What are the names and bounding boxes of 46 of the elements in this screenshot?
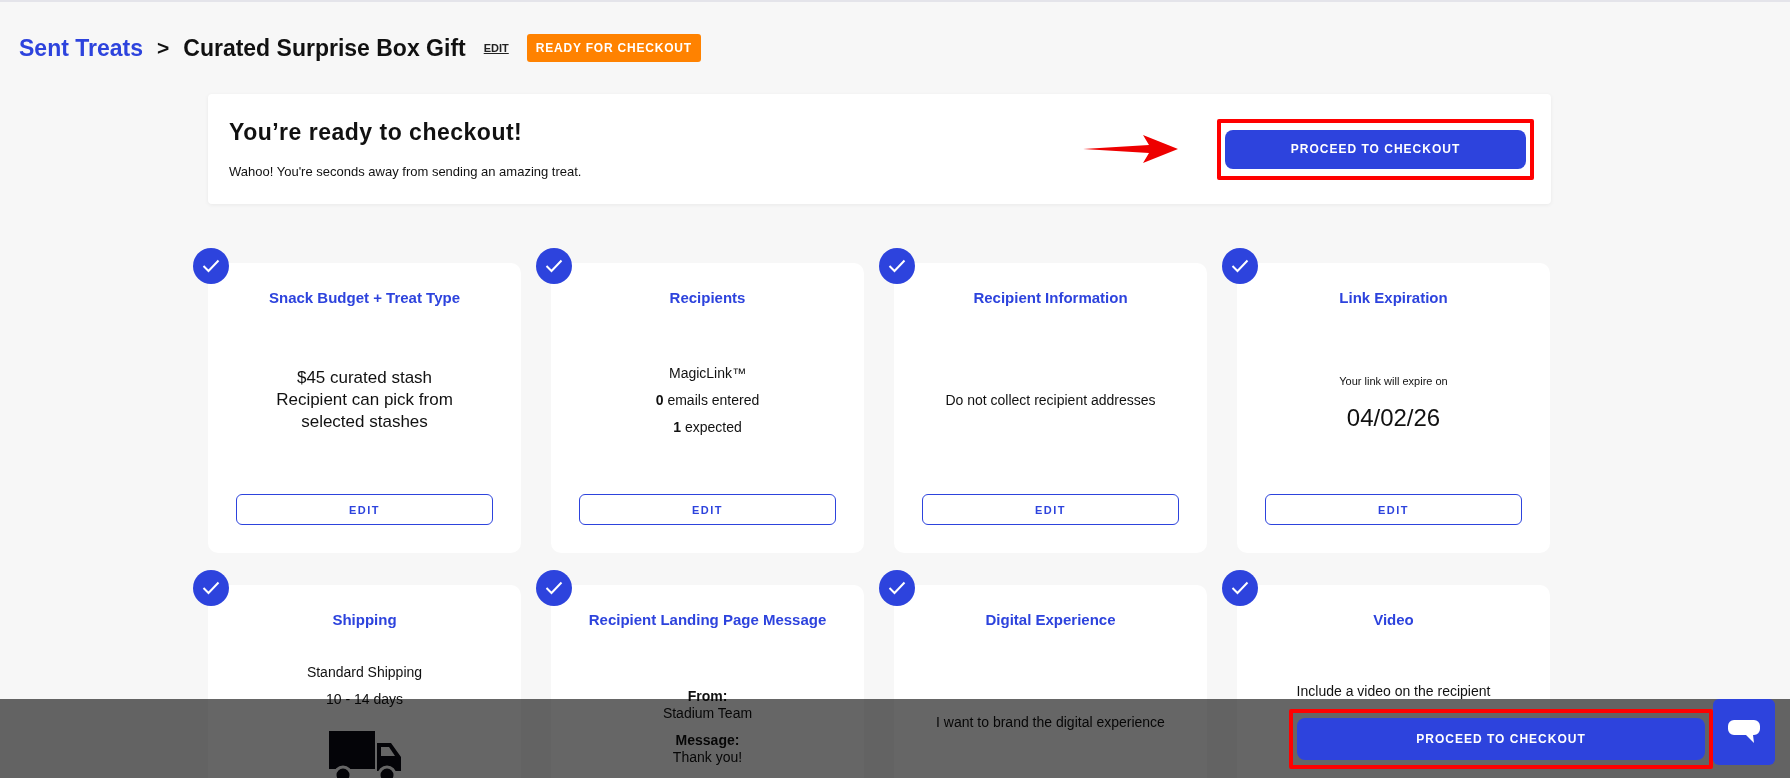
card-text: $45 curated stash: [296, 367, 433, 389]
proceed-button[interactable]: PROCEED TO CHECKOUT: [1225, 129, 1526, 169]
check-icon: [1231, 581, 1249, 595]
card-title: Shipping: [332, 611, 397, 628]
breadcrumb-link[interactable]: Sent Treats: [19, 34, 143, 62]
card-title: Video: [1373, 611, 1414, 628]
card-title: Snack Budget + Treat Type: [269, 289, 460, 306]
check-icon: [202, 259, 220, 273]
check-icon: [1231, 259, 1249, 273]
card-title: Recipient Information: [973, 289, 1128, 306]
card-text: selected stashes: [301, 411, 428, 433]
card-title: Link Expiration: [1339, 289, 1448, 306]
card-text: MagicLink™: [669, 363, 746, 383]
card-text: Do not collect recipient addresses: [945, 390, 1156, 410]
card-title: Recipients: [669, 289, 746, 306]
card-text: Your link will expire on: [1339, 373, 1448, 389]
card-text: Recipient can pick from: [276, 389, 453, 411]
banner-title: You’re ready to checkout!: [229, 119, 524, 146]
card-text: I want to brand the digital experience: [936, 712, 1165, 732]
status-badge: READY FOR CHECKOUT: [526, 34, 701, 62]
edit-button[interactable]: EDIT: [236, 494, 493, 525]
banner-subtitle: Wahoo! You're seconds away from sending an amazing treat.: [229, 164, 582, 179]
edit-button[interactable]: EDIT: [922, 494, 1179, 525]
check-icon: [202, 581, 220, 595]
page-title: Curated Surprise Box Gift: [183, 34, 466, 62]
breadcrumb-separator: >: [157, 36, 170, 60]
card-text: Message:: [675, 732, 740, 749]
check-icon: [888, 581, 906, 595]
card-text: Stadium Team: [662, 705, 753, 722]
edit-button[interactable]: EDIT: [579, 494, 836, 525]
check-icon: [888, 259, 906, 273]
card-text: 04/02/26: [1346, 402, 1441, 433]
card-text: Thank you!: [672, 749, 743, 766]
card-text: 1 expected: [673, 417, 742, 437]
chat-button[interactable]: [1713, 698, 1775, 765]
card-text: 0 emails entered: [655, 390, 760, 410]
check-icon: [545, 259, 563, 273]
card-text: Include a video on the recipient: [1296, 681, 1491, 701]
check-icon: [545, 581, 563, 595]
edit-link[interactable]: EDIT: [483, 42, 509, 54]
card-title: Recipient Landing Page Message: [588, 611, 827, 628]
proceed-button[interactable]: PROCEED TO CHECKOUT: [1297, 717, 1705, 760]
chat-icon: [1727, 718, 1761, 745]
edit-button[interactable]: EDIT: [1265, 494, 1522, 525]
card-title: Digital Experience: [985, 611, 1116, 628]
card-text: Standard Shipping: [306, 663, 423, 682]
